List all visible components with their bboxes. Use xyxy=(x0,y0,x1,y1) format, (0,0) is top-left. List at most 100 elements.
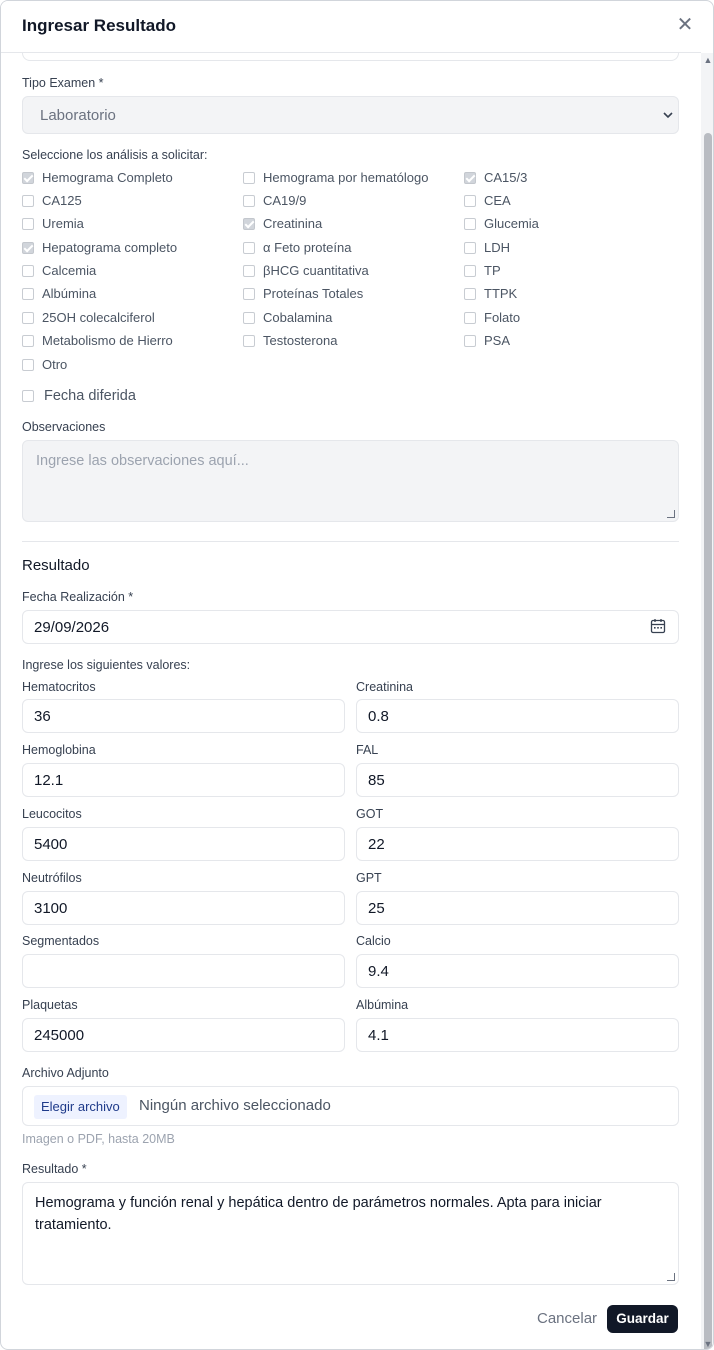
valor-input[interactable] xyxy=(22,954,345,988)
analisis-checkbox-label: Hepatograma completo xyxy=(42,240,178,255)
checkbox-box[interactable] xyxy=(464,194,476,207)
analisis-checkbox[interactable]: Uremia xyxy=(22,216,84,231)
calendar-icon[interactable] xyxy=(650,618,666,634)
analisis-checkbox[interactable]: Creatinina xyxy=(243,216,322,231)
scrollbar[interactable]: ▲ ▼ xyxy=(701,53,713,1349)
checkbox-box[interactable] xyxy=(464,264,476,277)
analisis-checkbox-label: Cobalamina xyxy=(263,310,333,325)
valor-input[interactable]: 4.1 xyxy=(356,1018,679,1052)
analisis-checkbox[interactable]: TTPK xyxy=(464,286,517,301)
checkbox-box[interactable] xyxy=(22,217,34,230)
section-divider xyxy=(22,541,679,542)
checkbox-box[interactable] xyxy=(464,241,476,254)
close-icon[interactable]: ✕ xyxy=(675,15,695,35)
valor-input[interactable]: 5400 xyxy=(22,827,345,861)
checkbox-box[interactable] xyxy=(243,171,255,184)
checkbox-box[interactable] xyxy=(22,287,34,300)
fecha-realizacion-input[interactable]: 29/09/2026 xyxy=(22,610,679,644)
fecha-diferida-checkbox[interactable]: Fecha diferida xyxy=(22,388,136,404)
checkbox-box[interactable] xyxy=(22,264,34,277)
checkbox-box[interactable] xyxy=(22,171,34,184)
analisis-checkbox[interactable]: Cobalamina xyxy=(243,310,332,325)
analisis-label: Seleccione los análisis a solicitar: xyxy=(22,148,208,162)
checkbox-box[interactable] xyxy=(464,287,476,300)
valor-input[interactable]: 12.1 xyxy=(22,763,345,797)
analisis-checkbox[interactable]: Proteínas Totales xyxy=(243,286,363,301)
analisis-checkbox[interactable]: Glucemia xyxy=(464,216,539,231)
valor-input[interactable]: 22 xyxy=(356,827,679,861)
valor-input[interactable]: 9.4 xyxy=(356,954,679,988)
valor-input-value: 5400 xyxy=(34,836,68,853)
valor-input[interactable]: 85 xyxy=(356,763,679,797)
valor-input-value: 85 xyxy=(368,772,385,789)
analisis-checkbox[interactable]: βHCG cuantitativa xyxy=(243,263,369,278)
analisis-checkbox[interactable]: 25OH colecalciferol xyxy=(22,310,155,325)
valor-input[interactable]: 3100 xyxy=(22,891,345,925)
checkbox-box[interactable] xyxy=(464,334,476,347)
observaciones-textarea[interactable]: Ingrese las observaciones aquí... xyxy=(22,440,679,522)
elegir-archivo-button[interactable]: Elegir archivo xyxy=(34,1095,127,1119)
valor-input[interactable]: 245000 xyxy=(22,1018,345,1052)
resize-handle-icon[interactable] xyxy=(667,1273,675,1281)
checkbox-box[interactable] xyxy=(22,358,34,371)
valor-input[interactable]: 25 xyxy=(356,891,679,925)
analisis-checkbox[interactable]: CA125 xyxy=(22,193,82,208)
analisis-checkbox[interactable]: CA15/3 xyxy=(464,170,527,185)
analisis-checkbox[interactable]: Albúmina xyxy=(22,286,96,301)
checkbox-box[interactable] xyxy=(464,217,476,230)
analisis-checkbox[interactable]: α Feto proteína xyxy=(243,240,351,255)
tipo-examen-select[interactable]: Laboratorio xyxy=(22,96,679,134)
fecha-diferida-label: Fecha diferida xyxy=(44,388,136,404)
checkbox-box[interactable] xyxy=(22,311,34,324)
checkbox-box[interactable] xyxy=(22,194,34,207)
analisis-checkbox-label: Uremia xyxy=(42,216,84,231)
checkbox-box[interactable] xyxy=(243,287,255,300)
analisis-checkbox[interactable]: Hemograma Completo xyxy=(22,170,173,185)
analisis-checkbox[interactable]: Folato xyxy=(464,310,520,325)
analisis-checkbox[interactable]: Calcemia xyxy=(22,263,96,278)
checkbox-box[interactable] xyxy=(464,171,476,184)
analisis-checkbox-label: Calcemia xyxy=(42,263,97,278)
archivo-file-input[interactable]: Elegir archivo Ningún archivo selecciona… xyxy=(22,1086,679,1126)
scrollbar-thumb[interactable] xyxy=(704,133,712,1349)
observaciones-placeholder: Ingrese las observaciones aquí... xyxy=(36,453,249,469)
valor-input-value: 245000 xyxy=(34,1027,85,1044)
resultado-value: Hemograma y función renal y hepática den… xyxy=(35,1195,602,1233)
checkbox-box[interactable] xyxy=(243,334,255,347)
analisis-checkbox-label: CA125 xyxy=(42,193,82,208)
observaciones-label: Observaciones xyxy=(22,420,106,434)
resize-handle-icon[interactable] xyxy=(667,510,675,518)
scroll-up-icon[interactable]: ▲ xyxy=(703,55,713,65)
analisis-checkbox[interactable]: Hepatograma completo xyxy=(22,240,177,255)
analisis-checkbox[interactable]: Hemograma por hematólogo xyxy=(243,170,428,185)
valor-label: GOT xyxy=(356,807,384,821)
valor-input[interactable]: 0.8 xyxy=(356,699,679,733)
analisis-checkbox-label: βHCG cuantitativa xyxy=(263,263,369,278)
analisis-checkbox[interactable]: Testosterona xyxy=(243,333,337,348)
valor-label: Hematocritos xyxy=(22,680,96,694)
cancel-button[interactable]: Cancelar xyxy=(537,1310,597,1327)
checkbox-box[interactable] xyxy=(22,334,34,347)
checkbox-box[interactable] xyxy=(464,311,476,324)
checkbox-box[interactable] xyxy=(243,217,255,230)
analisis-checkbox-label: Albúmina xyxy=(42,286,97,301)
checkbox-box[interactable] xyxy=(243,241,255,254)
checkbox-box[interactable] xyxy=(243,311,255,324)
checkbox-box[interactable] xyxy=(22,390,34,402)
analisis-checkbox[interactable]: PSA xyxy=(464,333,510,348)
valor-label: Hemoglobina xyxy=(22,743,96,757)
checkbox-box[interactable] xyxy=(243,264,255,277)
resultado-textarea[interactable]: Hemograma y función renal y hepática den… xyxy=(22,1182,679,1285)
analisis-checkbox[interactable]: CA19/9 xyxy=(243,193,306,208)
valor-input-value: 0.8 xyxy=(368,708,389,725)
analisis-checkbox[interactable]: CEA xyxy=(464,193,511,208)
save-button[interactable]: Guardar xyxy=(607,1305,678,1333)
scroll-down-icon[interactable]: ▼ xyxy=(703,1339,713,1349)
valor-input[interactable]: 36 xyxy=(22,699,345,733)
analisis-checkbox[interactable]: LDH xyxy=(464,240,510,255)
checkbox-box[interactable] xyxy=(243,194,255,207)
checkbox-box[interactable] xyxy=(22,241,34,254)
analisis-checkbox[interactable]: Otro xyxy=(22,357,67,372)
analisis-checkbox[interactable]: Metabolismo de Hierro xyxy=(22,333,173,348)
analisis-checkbox[interactable]: TP xyxy=(464,263,501,278)
